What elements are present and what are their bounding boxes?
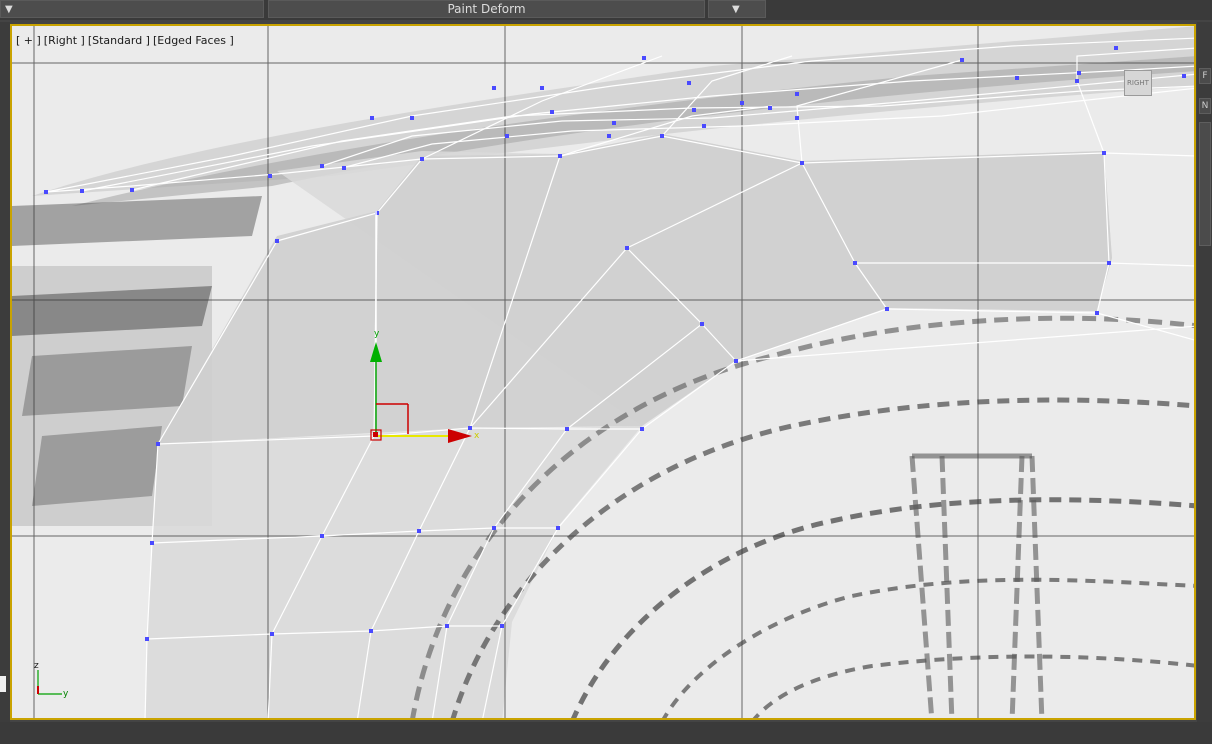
- svg-text:z: z: [34, 661, 39, 671]
- viewport-right[interactable]: y x z y [ + ] [Right ] [Standard ] [Edged F…: [10, 24, 1196, 720]
- left-dropdown[interactable]: ▼: [0, 0, 264, 18]
- chevron-down-icon: ▼: [5, 4, 13, 15]
- svg-text:x: x: [474, 431, 480, 441]
- top-toolbar: ▼ Paint Deform ▼: [0, 0, 1212, 20]
- svg-text:y: y: [63, 689, 69, 699]
- viewport-label[interactable]: [ + ] [Right ] [Standard ] [Edged Faces ]: [16, 34, 237, 47]
- panel-button-n[interactable]: N: [1199, 98, 1211, 114]
- bottom-bar: [0, 722, 1212, 744]
- svg-text:y: y: [374, 329, 380, 339]
- chevron-down-icon: ▼: [732, 4, 740, 15]
- viewport-scene[interactable]: y x z y: [12, 26, 1196, 720]
- command-panel-strip: F N: [1197, 22, 1212, 722]
- left-panel-strip: [0, 22, 10, 722]
- viewport-view-menu[interactable]: [Right ]: [44, 34, 85, 47]
- right-dropdown[interactable]: ▼: [708, 0, 766, 18]
- panel-button-f[interactable]: F: [1199, 68, 1211, 84]
- paint-deform-rollout[interactable]: Paint Deform: [268, 0, 705, 18]
- left-panel-indicator: [0, 676, 6, 692]
- viewport-mode-menu[interactable]: [Edged Faces ]: [153, 34, 234, 47]
- viewport-plus-menu[interactable]: [ + ]: [16, 34, 41, 47]
- panel-box: [1199, 122, 1211, 246]
- viewport-shading-menu[interactable]: [Standard ]: [88, 34, 150, 47]
- viewcube[interactable]: RIGHT: [1124, 70, 1152, 96]
